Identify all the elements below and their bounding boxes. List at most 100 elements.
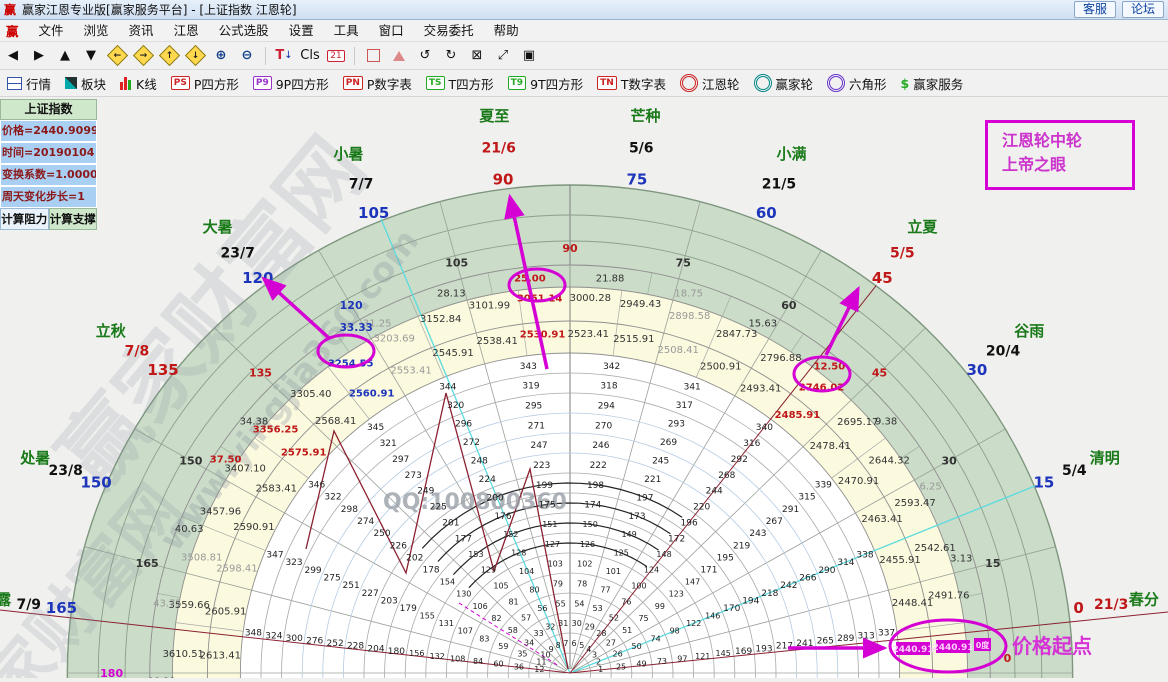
number-cell: 35 bbox=[517, 650, 527, 659]
triangle-tool-icon[interactable] bbox=[387, 44, 411, 67]
number-cell: 127 bbox=[545, 540, 560, 549]
pct-cell: 9.38 bbox=[875, 417, 897, 428]
module-button-T四方形[interactable]: TST四方形 bbox=[426, 73, 494, 93]
number-cell: 250 bbox=[373, 529, 390, 539]
price-cell: 2553.41 bbox=[390, 366, 431, 377]
outer-degree: 90 bbox=[493, 170, 514, 188]
number-cell: 267 bbox=[766, 517, 783, 527]
menu-item-6[interactable]: 工具 bbox=[324, 20, 369, 41]
module-button-行情[interactable]: 行情 bbox=[7, 73, 51, 93]
time-down-icon[interactable]: T↓ bbox=[272, 44, 296, 67]
calc-support-button[interactable]: 计算支撑 bbox=[49, 208, 98, 230]
number-cell: 55 bbox=[555, 599, 565, 608]
forum-button[interactable]: 论坛 bbox=[1122, 1, 1164, 18]
number-cell: 130 bbox=[456, 590, 471, 599]
tool-badge-icon: TN bbox=[597, 76, 617, 90]
dashed-box-icon[interactable]: ▣ bbox=[517, 44, 541, 67]
module-button-9P四方形[interactable]: P99P四方形 bbox=[253, 73, 329, 93]
module-button-赢家轮[interactable]: 赢家轮 bbox=[754, 73, 814, 93]
cls-button[interactable]: Cls bbox=[298, 44, 322, 67]
customer-service-button[interactable]: 客服 bbox=[1074, 1, 1116, 18]
number-cell: 248 bbox=[471, 457, 488, 467]
number-cell: 126 bbox=[580, 540, 595, 549]
nav-arrow-icon-1[interactable]: ▶ bbox=[27, 44, 51, 67]
diamond-arrow-icon-0[interactable]: ← bbox=[105, 44, 129, 67]
number-cell: 171 bbox=[700, 566, 717, 576]
degree-cell: 120 bbox=[340, 299, 363, 312]
menu-item-7[interactable]: 窗口 bbox=[369, 20, 414, 41]
module-button-K线[interactable]: K线 bbox=[120, 73, 157, 93]
number-cell: 78 bbox=[577, 580, 587, 589]
zoom-out-icon[interactable]: ⊖ bbox=[235, 44, 259, 67]
price-start-value: 2440.91 bbox=[933, 643, 974, 653]
number-cell: 60 bbox=[493, 660, 503, 669]
price-cell: 2847.73 bbox=[716, 329, 757, 340]
number-cell: 266 bbox=[799, 573, 816, 583]
pct-cell: 34.38 bbox=[240, 417, 269, 428]
module-button-P四方形[interactable]: PSP四方形 bbox=[171, 73, 239, 93]
module-button-P数字表[interactable]: PNP数字表 bbox=[343, 73, 412, 93]
number-cell: 26 bbox=[612, 650, 622, 659]
menu-item-1[interactable]: 浏览 bbox=[74, 20, 119, 41]
solar-term: 白露 bbox=[0, 591, 12, 609]
wheel-icon bbox=[754, 74, 772, 92]
number-cell: 36 bbox=[514, 662, 524, 671]
number-cell: 103 bbox=[548, 560, 563, 569]
diamond-arrow-icon-3[interactable]: ↓ bbox=[183, 44, 207, 67]
number-cell: 7 bbox=[563, 639, 568, 648]
module-button-江恩轮[interactable]: 江恩轮 bbox=[680, 73, 740, 93]
menu-item-5[interactable]: 设置 bbox=[279, 20, 324, 41]
title-bar: 赢 赢家江恩专业版[赢家服务平台] - [上证指数 江恩轮] 客服 论坛 bbox=[0, 0, 1168, 20]
module-button-9T四方形[interactable]: T99T四方形 bbox=[508, 73, 584, 93]
number-cell: 243 bbox=[749, 529, 766, 539]
outer-degree: 135 bbox=[147, 361, 178, 379]
price-start-value: 2440.91 bbox=[893, 645, 934, 655]
degree-cell: 165 bbox=[136, 557, 159, 570]
date-row: 时间=20190104 bbox=[0, 142, 97, 164]
price-cell: 2485.91 bbox=[775, 410, 821, 421]
nav-arrow-icon-2[interactable]: ▲ bbox=[53, 44, 77, 67]
menu-item-9[interactable]: 帮助 bbox=[484, 20, 529, 41]
zoom-in-icon[interactable]: ⊕ bbox=[209, 44, 233, 67]
number-cell: 251 bbox=[343, 581, 360, 591]
menu-item-4[interactable]: 公式选股 bbox=[209, 20, 279, 41]
diamond-arrow-icon-2[interactable]: ↑ bbox=[157, 44, 181, 67]
calendar-icon[interactable]: 21 bbox=[324, 44, 348, 67]
number-cell: 174 bbox=[584, 501, 601, 511]
number-cell: 344 bbox=[439, 383, 456, 393]
pct-cell: 43.75 bbox=[153, 599, 182, 610]
menu-item-3[interactable]: 江恩 bbox=[164, 20, 209, 41]
module-button-六角形[interactable]: 六角形 bbox=[827, 73, 887, 93]
number-cell: 178 bbox=[422, 566, 439, 576]
menu-item-2[interactable]: 资讯 bbox=[119, 20, 164, 41]
rotate-ccw-icon[interactable]: ↺ bbox=[413, 44, 437, 67]
number-cell: 249 bbox=[417, 487, 434, 497]
module-button-赢家服务[interactable]: $赢家服务 bbox=[901, 73, 964, 93]
outer-degree: 30 bbox=[967, 361, 988, 379]
number-cell: 98 bbox=[670, 627, 680, 636]
box-x-icon[interactable]: ⊠ bbox=[465, 44, 489, 67]
outer-date: 7/8 bbox=[125, 343, 150, 359]
resize-icon[interactable]: ⤢ bbox=[491, 44, 515, 67]
outer-degree: 150 bbox=[80, 473, 111, 491]
price-cell: 2493.41 bbox=[740, 383, 781, 394]
number-cell: 123 bbox=[669, 590, 684, 599]
diamond-arrow-icon-1[interactable]: → bbox=[131, 44, 155, 67]
module-button-板块[interactable]: 板块 bbox=[65, 73, 106, 93]
number-cell: 317 bbox=[676, 401, 693, 411]
rotate-cw-icon[interactable]: ↻ bbox=[439, 44, 463, 67]
calc-resistance-button[interactable]: 计算阻力 bbox=[0, 208, 49, 230]
degree-cell: 135 bbox=[249, 366, 272, 379]
menu-item-0[interactable]: 文件 bbox=[29, 20, 74, 41]
price-cell: 2695.17 bbox=[837, 417, 878, 428]
menu-item-8[interactable]: 交易委托 bbox=[414, 20, 484, 41]
square-tool-icon[interactable] bbox=[361, 44, 385, 67]
number-cell: 105 bbox=[493, 582, 508, 591]
nav-arrow-icon-3[interactable]: ▼ bbox=[79, 44, 103, 67]
nav-arrow-icon-0[interactable]: ◀ bbox=[1, 44, 25, 67]
number-cell: 4 bbox=[586, 645, 591, 654]
number-cell: 73 bbox=[657, 657, 667, 666]
solar-term: 夏至 bbox=[478, 107, 509, 125]
number-cell: 242 bbox=[780, 581, 797, 591]
module-button-T数字表[interactable]: TNT数字表 bbox=[597, 73, 666, 93]
